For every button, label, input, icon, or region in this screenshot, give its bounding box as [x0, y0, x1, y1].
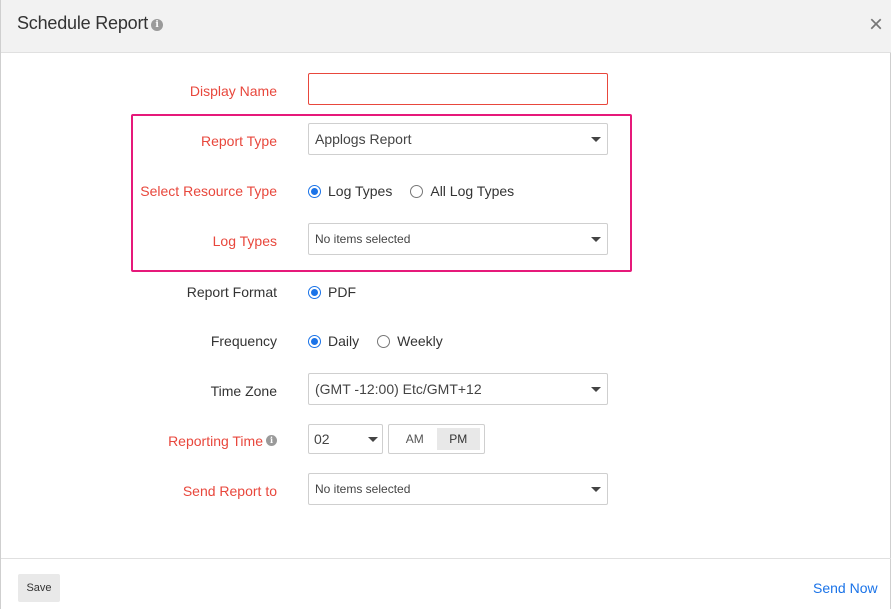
reporting-hour-select[interactable]: 02: [308, 424, 383, 454]
radio-log-types-label: Log Types: [328, 183, 393, 199]
send-now-link[interactable]: Send Now: [813, 580, 878, 596]
resource-type-label: Select Resource Type: [140, 183, 277, 199]
info-icon[interactable]: i: [266, 435, 277, 447]
display-name-label: Display Name: [189, 83, 277, 99]
close-icon[interactable]: ×: [866, 13, 886, 37]
send-report-to-label: Send Report to: [182, 483, 277, 499]
radio-all-log-types-label: All Log Types: [430, 183, 515, 199]
radio-checked-icon: [308, 334, 321, 348]
dialog-title-text: Schedule Report: [17, 13, 149, 33]
log-types-select[interactable]: No items selected: [308, 223, 608, 255]
info-icon[interactable]: i: [151, 19, 163, 31]
frequency-label: Frequency: [210, 333, 277, 349]
display-name-input[interactable]: [308, 73, 608, 105]
radio-daily[interactable]: Daily: [308, 333, 359, 349]
report-type-select[interactable]: Applogs Report: [308, 123, 608, 155]
chevron-down-icon: [368, 437, 378, 442]
radio-unchecked-icon: [410, 184, 424, 198]
radio-pdf-label: PDF: [328, 284, 356, 300]
chevron-down-icon: [591, 387, 601, 392]
am-option[interactable]: AM: [393, 428, 437, 450]
radio-unchecked-icon: [377, 334, 391, 348]
radio-pdf[interactable]: PDF: [308, 284, 356, 300]
radio-checked-icon: [308, 184, 321, 198]
reporting-time-label-text: Reporting Time: [168, 433, 263, 449]
am-pm-toggle: AM PM: [388, 424, 485, 454]
schedule-report-dialog: Schedule Report i × Display Name Report …: [0, 0, 891, 609]
dialog-title: Schedule Report i: [17, 13, 163, 34]
reporting-time-label: Reporting Time i: [168, 433, 277, 449]
chevron-down-icon: [591, 237, 601, 242]
log-types-value: No items selected: [315, 232, 411, 246]
report-format-radio-group: PDF: [308, 282, 374, 302]
report-format-label: Report Format: [186, 284, 277, 300]
time-zone-select[interactable]: (GMT -12:00) Etc/GMT+12: [308, 373, 608, 405]
send-report-to-select[interactable]: No items selected: [308, 473, 608, 505]
radio-daily-label: Daily: [328, 333, 360, 349]
chevron-down-icon: [591, 487, 601, 492]
chevron-down-icon: [591, 137, 601, 142]
send-report-to-value: No items selected: [315, 482, 411, 496]
time-zone-value: (GMT -12:00) Etc/GMT+12: [315, 381, 482, 397]
log-types-label: Log Types: [212, 233, 277, 249]
dialog-header: Schedule Report i ×: [1, 0, 891, 53]
radio-log-types[interactable]: Log Types: [308, 183, 392, 199]
radio-checked-icon: [308, 285, 321, 299]
radio-all-log-types[interactable]: All Log Types: [410, 183, 514, 199]
radio-weekly[interactable]: Weekly: [377, 333, 443, 349]
report-type-label: Report Type: [200, 133, 277, 149]
time-zone-label: Time Zone: [210, 383, 277, 399]
resource-type-radio-group: Log Types All Log Types: [308, 181, 532, 201]
footer-divider: [1, 558, 891, 559]
save-button[interactable]: Save: [18, 574, 60, 602]
reporting-hour-value: 02: [314, 431, 330, 447]
frequency-radio-group: Daily Weekly: [308, 331, 461, 351]
report-type-value: Applogs Report: [315, 131, 412, 147]
radio-weekly-label: Weekly: [397, 333, 443, 349]
pm-option[interactable]: PM: [436, 428, 480, 450]
